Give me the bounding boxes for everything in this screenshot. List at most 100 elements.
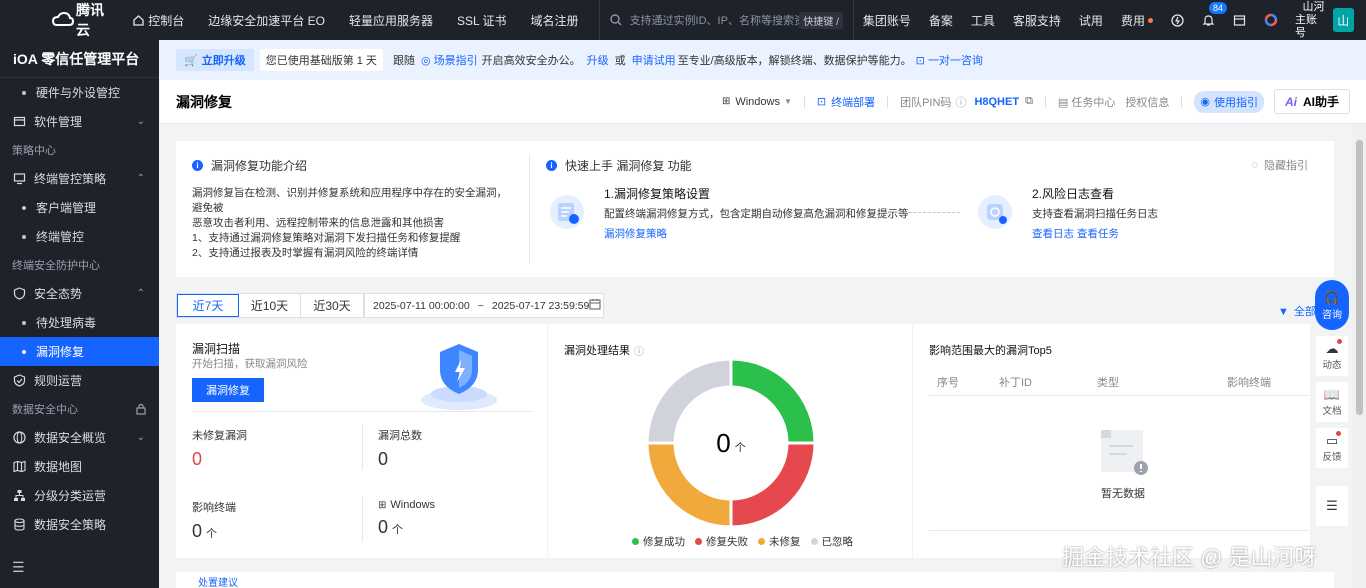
- legend-item[interactable]: 修复成功: [632, 534, 685, 549]
- sidebar-item-classification[interactable]: 分级分类运营: [0, 481, 159, 510]
- unfixed-vulns-label: 未修复漏洞: [192, 430, 247, 442]
- notice-text-1: 跟随: [392, 55, 415, 67]
- range-7-days[interactable]: 近7天: [177, 294, 239, 317]
- vuln-fix-button[interactable]: 漏洞修复: [192, 378, 264, 402]
- date-range-picker[interactable]: 2025-07-11 00:00:00 ~ 2025-07-17 23:59:5…: [364, 293, 604, 318]
- legend-item[interactable]: 已忽略: [810, 534, 853, 549]
- nav-support[interactable]: 客服支持: [1004, 12, 1070, 29]
- notification-bell[interactable]: 84: [1193, 1, 1227, 27]
- windows-icon: ⊞: [721, 96, 731, 107]
- sidebar-item-rule-ops[interactable]: 规则运营: [0, 366, 159, 395]
- nav-billing[interactable]: 费用: [1112, 12, 1162, 29]
- filter-all-button[interactable]: ▼ 全部: [1278, 303, 1316, 319]
- vuln-policy-link[interactable]: 漏洞修复策略: [604, 226, 667, 241]
- nav-icp[interactable]: 备案: [920, 12, 962, 29]
- globe-icon: [12, 431, 26, 445]
- quick-start-title: i 快速上手 漏洞修复 功能: [546, 157, 692, 174]
- task-center-link[interactable]: ▤ 任务中心: [1058, 94, 1115, 110]
- brand-logo[interactable]: 腾讯云: [0, 0, 117, 40]
- intro-description: 漏洞修复旨在检测、识别并修复系统和应用程序中存在的安全漏洞，避免被 恶意攻击者利…: [192, 186, 513, 261]
- info-icon[interactable]: ⓘ: [634, 343, 644, 358]
- sidebar-item-terminal-control[interactable]: 终端管控: [0, 222, 159, 251]
- sidebar-item-pending-virus[interactable]: 待处理病毒: [0, 308, 159, 337]
- news-label: 动态: [1322, 360, 1342, 371]
- view-task-link[interactable]: 查看任务: [1077, 228, 1119, 240]
- sidebar-item-software[interactable]: 软件管理 ⌄: [0, 107, 159, 136]
- sidebar-item-data-policy[interactable]: 数据安全策略: [0, 510, 159, 539]
- page-scrollbar[interactable]: [1353, 124, 1366, 588]
- sidebar-item-vuln-fix[interactable]: 漏洞修复: [0, 337, 159, 366]
- date-filters: 近7天 近10天 近30天 2025-07-11 00:00:00 ~ 2025…: [176, 293, 604, 318]
- nav-console[interactable]: 控制台: [117, 12, 196, 29]
- consult-button[interactable]: 🎧 咨询: [1315, 280, 1349, 330]
- nav-tools[interactable]: 工具: [962, 12, 1004, 29]
- step1-desc: 配置终端漏洞修复方式，包含定期自动修复高危漏洞和修复提示等: [604, 208, 909, 220]
- calendar-icon: [589, 298, 601, 313]
- docs-button[interactable]: 📖 文档: [1316, 382, 1348, 422]
- sidebar-item-data-overview[interactable]: 数据安全概览 ⌄: [0, 423, 159, 452]
- ai-assistant-button[interactable]: Ai AI助手: [1273, 89, 1350, 114]
- chevron-down-icon: ⌄: [136, 116, 145, 127]
- resource-search[interactable]: 支持通过实例ID、IP、名称等搜索资源 快捷键 /: [598, 0, 854, 40]
- sidebar-item-label: 规则运营: [34, 374, 83, 388]
- sidebar-item-security-posture[interactable]: 安全态势 ⌃: [0, 279, 159, 308]
- range-30-days[interactable]: 近30天: [301, 294, 363, 317]
- scan-title: 漏洞扫描: [192, 342, 241, 356]
- one-on-one-consult-link[interactable]: ⊡ 一对一咨询: [916, 52, 983, 68]
- monitor-icon: [12, 172, 26, 186]
- usage-guide-button[interactable]: ◉ 使用指引: [1194, 90, 1264, 113]
- notification-count: 84: [1208, 1, 1227, 14]
- apply-trial-link[interactable]: 申请试用: [632, 52, 676, 68]
- deploy-icon: ⊡: [816, 96, 827, 108]
- range-10-days[interactable]: 近10天: [239, 294, 301, 317]
- legend-item[interactable]: 修复失败: [695, 534, 748, 549]
- sidebar-group-endpoint: 终端安全防护中心: [12, 260, 100, 272]
- step-connector: [884, 212, 960, 213]
- sidebar-item-data-map[interactable]: 数据地图: [0, 452, 159, 481]
- consult-label: 咨询: [1322, 309, 1342, 321]
- terminal-deploy-label: 终端部署: [831, 96, 876, 109]
- collapse-menu-icon[interactable]: ☰: [12, 559, 25, 576]
- copy-icon[interactable]: ⧉: [1025, 95, 1033, 108]
- sidebar-group-data-security: 数据安全中心: [0, 395, 159, 423]
- news-button[interactable]: ☁ 动态: [1316, 336, 1348, 376]
- help-icon[interactable]: ⓘ: [955, 94, 966, 110]
- legend-label: 未修复: [769, 536, 801, 548]
- feedback-button[interactable]: ▭ 反馈: [1316, 428, 1348, 468]
- hide-guide-button[interactable]: ◌ 隐藏指引: [1251, 157, 1308, 173]
- nav-ssl[interactable]: SSL 证书: [445, 12, 519, 29]
- upgrade-link[interactable]: 升级: [587, 52, 609, 68]
- sidebar-item-label: 漏洞修复: [36, 345, 85, 359]
- scrollbar-thumb[interactable]: [1356, 140, 1363, 415]
- upgrade-now-button[interactable]: 🛒 立即升级: [176, 49, 254, 71]
- feedback-label: 反馈: [1322, 452, 1342, 463]
- page-title: 漏洞修复: [176, 93, 232, 110]
- nav-trial[interactable]: 试用: [1070, 12, 1112, 29]
- terminal-deploy-link[interactable]: ⊡ 终端部署: [817, 94, 875, 110]
- sidebar-group-policy: 策略中心: [12, 145, 56, 157]
- account-menu[interactable]: 山河 主账号: [1287, 1, 1333, 40]
- nav-edgeone[interactable]: 边缘安全加速平台 EO: [196, 12, 337, 29]
- sidebar-item-terminal-policy[interactable]: 终端管控策略 ⌃: [0, 164, 159, 193]
- sidebar-item-client-mgmt[interactable]: 客户端管理: [0, 193, 159, 222]
- sidebar-item-hardware[interactable]: 硬件与外设管控: [0, 78, 159, 107]
- apps-icon[interactable]: [1255, 13, 1287, 27]
- legend-item[interactable]: 未修复: [758, 534, 801, 549]
- divider: [803, 95, 805, 108]
- result-center: 0个: [644, 356, 818, 530]
- license-info-link[interactable]: 授权信息: [1125, 94, 1169, 110]
- order-icon[interactable]: [1224, 14, 1255, 27]
- usage-guide-label: 使用指引: [1213, 96, 1258, 109]
- nav-domain[interactable]: 域名注册: [519, 12, 591, 29]
- shield-check-icon: [12, 374, 26, 388]
- list-menu-icon[interactable]: ☰: [1316, 486, 1348, 526]
- os-select[interactable]: ⊞ Windows ▼: [722, 96, 792, 108]
- feature-icon[interactable]: [1162, 13, 1193, 27]
- avatar[interactable]: 山: [1332, 8, 1355, 32]
- total-vulns-stat: 漏洞总数 0: [378, 427, 422, 470]
- view-log-link[interactable]: 查看日志: [1032, 228, 1074, 240]
- nav-lighthouse[interactable]: 轻量应用服务器: [337, 12, 445, 29]
- scenario-guide-link[interactable]: ◎ 场景指引: [421, 52, 478, 68]
- step2-links: 查看日志 查看任务: [1032, 226, 1119, 241]
- nav-group-account[interactable]: 集团账号: [854, 12, 920, 29]
